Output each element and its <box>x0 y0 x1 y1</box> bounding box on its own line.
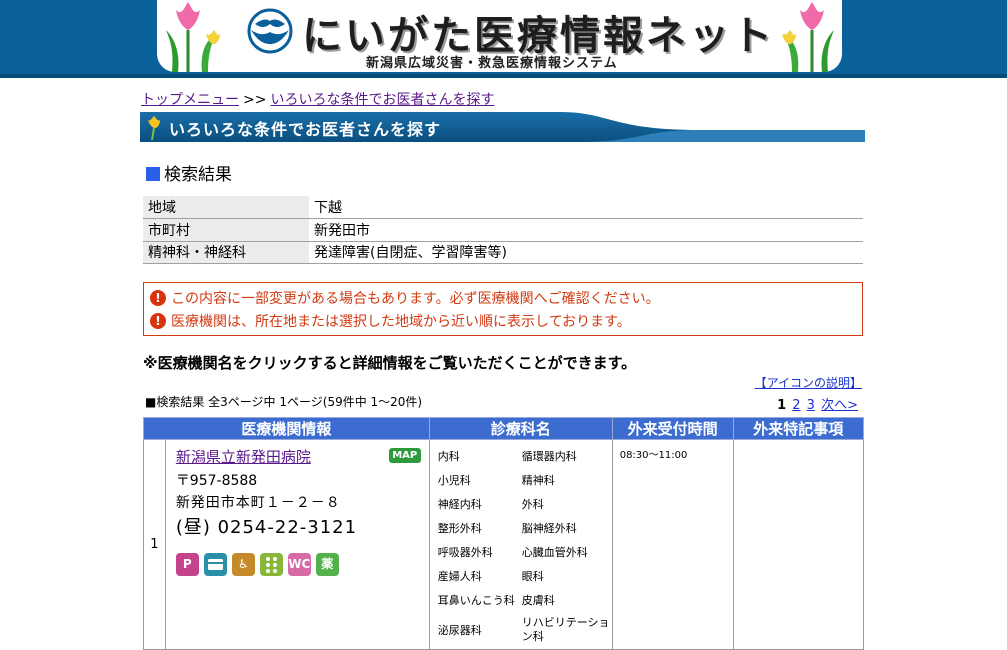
condition-key: 精神科・神経科 <box>143 241 309 264</box>
exclamation-icon: ! <box>150 289 166 306</box>
department-item: 精神科 <box>521 474 555 487</box>
pharmacy-icon: 薬 <box>315 553 339 576</box>
instruction-text: ※医療機関名をクリックすると詳細情報をご覧いただくことができます。 <box>143 354 637 372</box>
notice-text: 医療機関は、所在地または選択した地域から近い順に表示しております。 <box>171 313 631 330</box>
notice-box: ! この内容に一部変更がある場合もあります。必ず医療機関へご確認ください。 ! … <box>143 282 863 336</box>
hospital-name-link[interactable]: 新潟県立新発田病院 <box>176 446 419 467</box>
department-item: 呼吸器外科 <box>437 546 493 559</box>
map-button[interactable]: MAP <box>388 448 421 463</box>
page-link-2[interactable]: 2 <box>792 398 800 413</box>
site-subtitle: 新潟県広域災害・救急医療情報システム <box>366 56 618 71</box>
notice-line: ! 医療機関は、所在地または選択した地域から近い順に表示しております。 <box>150 309 856 332</box>
hours-cell: 08:30～11:00 <box>611 439 734 650</box>
facility-icons: P ♿ WC 薬 <box>175 553 419 576</box>
breadcrumb-top-menu-link[interactable]: トップメニュー <box>141 92 239 108</box>
department-item: 内科 <box>437 450 460 463</box>
department-item: 耳鼻いんこう科 <box>437 594 515 607</box>
department-item: 産婦人科 <box>437 570 482 583</box>
notes-cell <box>732 439 865 650</box>
section-title: いろいろな条件でお医者さんを探す <box>169 120 442 139</box>
departments-cell: 内科 循環器内科 小児科 精神科 神経内科 外科 整形外科 脳神経外科 呼吸器外… <box>428 439 613 650</box>
table-row: 1 新潟県立新発田病院 MAP 〒957-8588 新発田市本町１－２－８ (昼… <box>143 439 865 650</box>
braille-icon <box>259 553 283 576</box>
department-item: 脳神経外科 <box>521 522 577 535</box>
site-logo-icon <box>247 8 293 54</box>
condition-value: 新発田市 <box>309 218 863 242</box>
pagination: 1 2 3 次へ> <box>777 394 858 413</box>
next-page-link[interactable]: 次へ> <box>821 398 858 413</box>
table-row: 精神科・神経科 発達障害(自閉症、学習障害等) <box>143 241 863 264</box>
square-bullet-icon <box>146 167 160 181</box>
department-list: 内科 循環器内科 小児科 精神科 神経内科 外科 整形外科 脳神経外科 呼吸器外… <box>438 445 612 649</box>
notice-text: この内容に一部変更がある場合もあります。必ず医療機関へご確認ください。 <box>171 290 660 307</box>
wheelchair-toilet-icon: WC <box>287 553 311 576</box>
department-item: 眼科 <box>521 570 544 583</box>
table-row: 地域 下越 <box>143 196 863 219</box>
wheelchair-icon: ♿ <box>231 553 255 576</box>
icon-explanation-link[interactable]: 【アイコンの説明】 <box>755 374 862 391</box>
condition-value: 発達障害(自閉症、学習障害等) <box>309 241 863 264</box>
row-number: 1 <box>143 439 166 650</box>
table-header-row: 医療機関情報 診療科名 外来受付時間 外来特記事項 <box>143 417 865 440</box>
breadcrumb: トップメニュー >> いろいろな条件でお医者さんを探す <box>141 89 494 109</box>
tulip-right-icon <box>782 2 834 72</box>
department-item: 神経内科 <box>437 498 482 511</box>
department-item: 循環器内科 <box>521 450 577 463</box>
department-item: 外科 <box>521 498 544 511</box>
condition-value: 下越 <box>309 196 863 219</box>
exclamation-icon: ! <box>150 312 166 329</box>
department-item: 心臓血管外科 <box>521 546 588 559</box>
header-underline <box>0 74 1007 78</box>
breadcrumb-current-link[interactable]: いろいろな条件でお医者さんを探す <box>270 92 494 108</box>
tulip-left-icon <box>166 2 220 72</box>
department-item: 小児科 <box>437 474 471 487</box>
results-heading-text: 検索結果 <box>164 165 232 185</box>
department-item: 泌尿器科 <box>437 624 482 637</box>
department-item: 整形外科 <box>437 522 482 535</box>
page-link-3[interactable]: 3 <box>807 398 815 413</box>
department-item: 皮膚科 <box>521 594 555 607</box>
breadcrumb-separator: >> <box>243 92 267 108</box>
header-facility-info: 医療機関情報 <box>143 417 430 440</box>
postal-code: 〒957-8588 <box>175 473 258 489</box>
facility-info-cell: 新潟県立新発田病院 MAP 〒957-8588 新発田市本町１－２－８ (昼) … <box>164 439 430 650</box>
results-table: 医療機関情報 診療科名 外来受付時間 外来特記事項 1 新潟県立新発田病院 MA… <box>143 417 865 650</box>
results-heading: 検索結果 <box>146 160 232 185</box>
department-item: リハビリテーション科 <box>521 616 610 643</box>
parking-icon: P <box>175 553 199 576</box>
notice-line: ! この内容に一部変更がある場合もあります。必ず医療機関へご確認ください。 <box>150 286 856 309</box>
condition-key: 地域 <box>143 196 309 219</box>
header-departments: 診療科名 <box>428 417 613 440</box>
page-current: 1 <box>777 398 787 413</box>
condition-key: 市町村 <box>143 218 309 242</box>
address: 新発田市本町１－２－８ <box>175 495 341 511</box>
table-row: 市町村 新発田市 <box>143 218 863 242</box>
result-count: ■検索結果 全3ページ中 1ページ(59件中 1～20件) <box>145 395 423 409</box>
card-icon <box>203 553 227 576</box>
phone-number: (昼) 0254-22-3121 <box>175 517 358 538</box>
header-notes: 外来特記事項 <box>732 417 865 440</box>
search-conditions-table: 地域 下越 市町村 新発田市 精神科・神経科 発達障害(自閉症、学習障害等) <box>143 196 863 264</box>
header-hours: 外来受付時間 <box>611 417 734 440</box>
